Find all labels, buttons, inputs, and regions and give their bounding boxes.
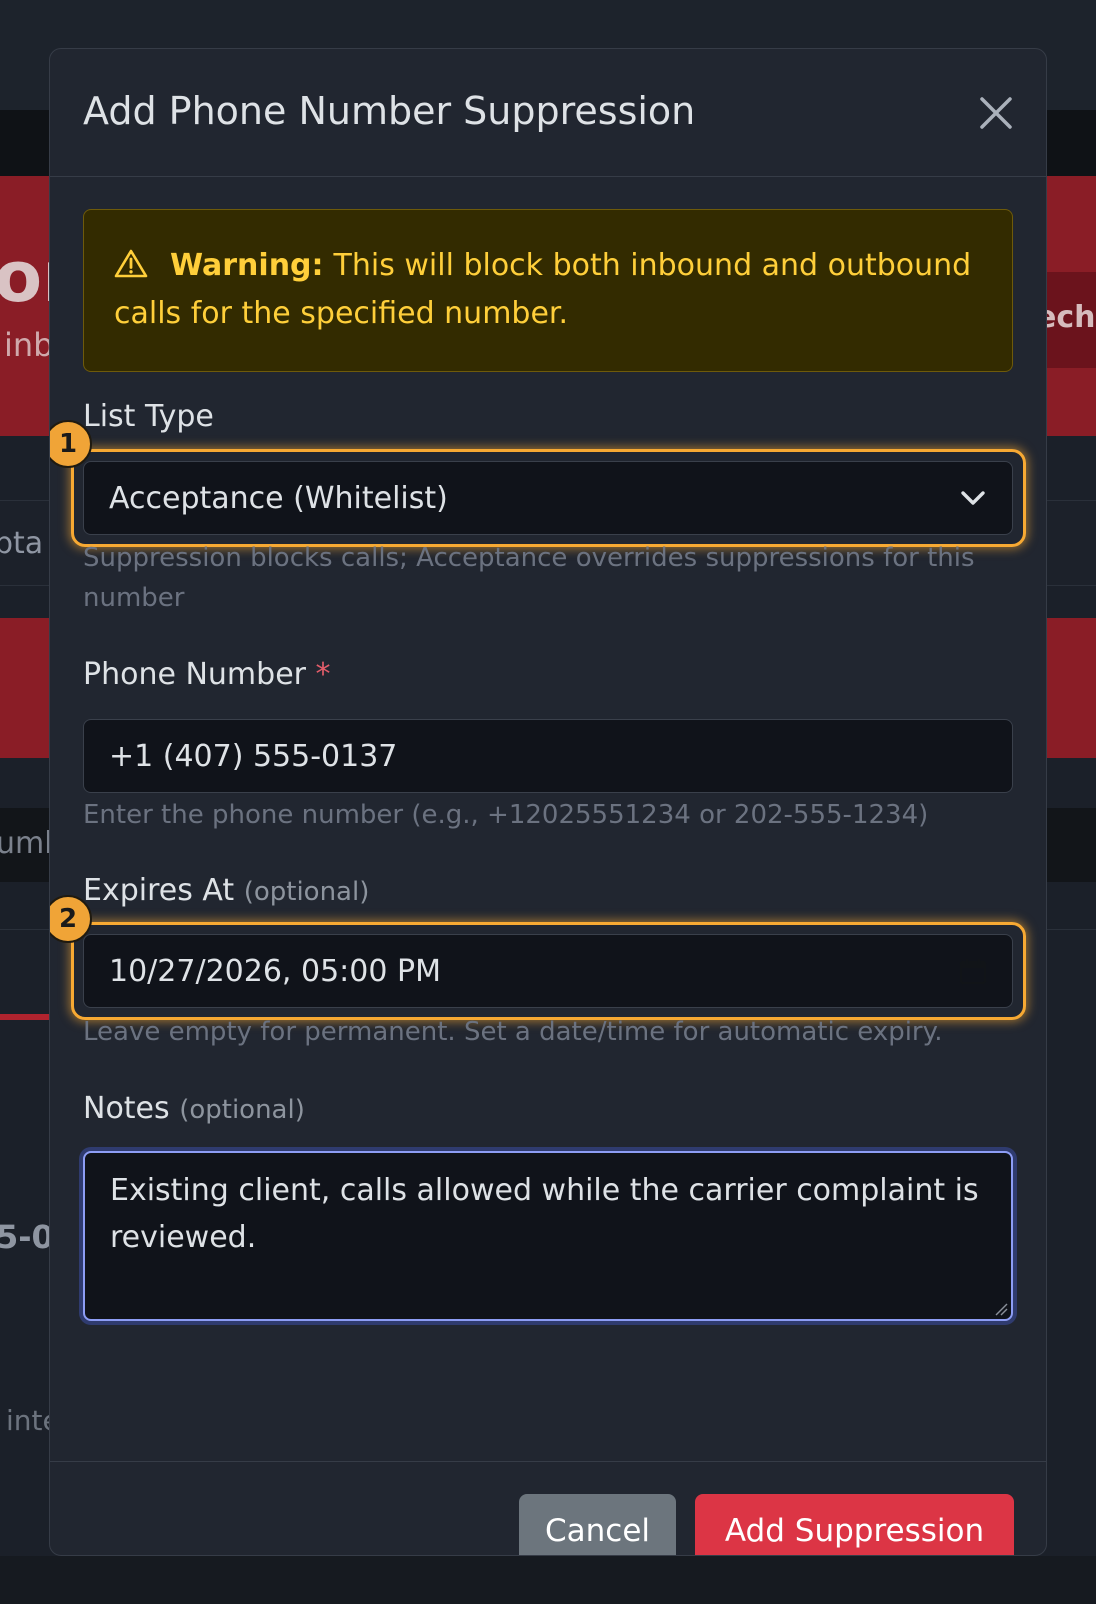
- calendar-icon[interactable]: [959, 957, 987, 985]
- phone-number-help: Enter the phone number (e.g., +120255512…: [83, 800, 929, 830]
- optional-indicator: (optional): [179, 1095, 305, 1125]
- suppression-modal: Add Phone Number Suppression Warning: Thi…: [49, 48, 1047, 1556]
- background-number: 5-0: [0, 1218, 54, 1256]
- notes-label: Notes (optional): [83, 1091, 305, 1126]
- warning-strong-text: Warning:: [170, 248, 324, 283]
- close-icon: [980, 97, 1012, 129]
- expires-at-help: Leave empty for permanent. Set a date/ti…: [83, 1017, 943, 1047]
- expires-at-value: 10/27/2026, 05:00 PM: [109, 953, 441, 989]
- phone-number-label: Phone Number *: [83, 657, 331, 692]
- background-row-text: pta: [0, 526, 44, 561]
- warning-alert: Warning: This will block both inbound and…: [83, 209, 1013, 372]
- required-indicator: *: [315, 657, 331, 692]
- list-type-value: Acceptance (Whitelist): [109, 480, 448, 516]
- optional-indicator: (optional): [243, 877, 370, 907]
- phone-number-label-text: Phone Number: [83, 657, 306, 692]
- close-button[interactable]: [974, 91, 1018, 135]
- modal-body: Warning: This will block both inbound and…: [50, 177, 1046, 1461]
- add-suppression-button[interactable]: Add Suppression: [695, 1494, 1014, 1555]
- list-type-select[interactable]: Acceptance (Whitelist): [83, 461, 1013, 535]
- background-hero-subtitle: inb: [4, 326, 54, 364]
- expires-at-label: Expires At (optional): [83, 873, 369, 908]
- background-footer: [0, 1556, 1096, 1604]
- modal-title: Add Phone Number Suppression: [83, 89, 696, 133]
- phone-number-value: +1 (407) 555-0137: [109, 738, 398, 774]
- list-type-help: Suppression blocks calls; Acceptance ove…: [83, 543, 975, 613]
- warning-triangle-icon: [114, 249, 148, 278]
- resize-handle-icon[interactable]: [994, 1302, 1008, 1316]
- phone-number-input[interactable]: +1 (407) 555-0137: [83, 719, 1013, 793]
- chevron-down-icon: [961, 491, 985, 505]
- notes-value: Existing client, calls allowed while the…: [110, 1173, 979, 1255]
- expires-at-label-text: Expires At: [83, 873, 235, 908]
- notes-textarea[interactable]: Existing client, calls allowed while the…: [83, 1151, 1013, 1321]
- list-type-label: List Type: [83, 399, 214, 434]
- notes-label-text: Notes: [83, 1091, 170, 1126]
- cancel-button[interactable]: Cancel: [519, 1494, 676, 1555]
- expires-at-input[interactable]: 10/27/2026, 05:00 PM: [83, 934, 1013, 1008]
- modal-header: Add Phone Number Suppression: [50, 49, 1046, 177]
- modal-footer: Cancel Add Suppression: [50, 1461, 1046, 1555]
